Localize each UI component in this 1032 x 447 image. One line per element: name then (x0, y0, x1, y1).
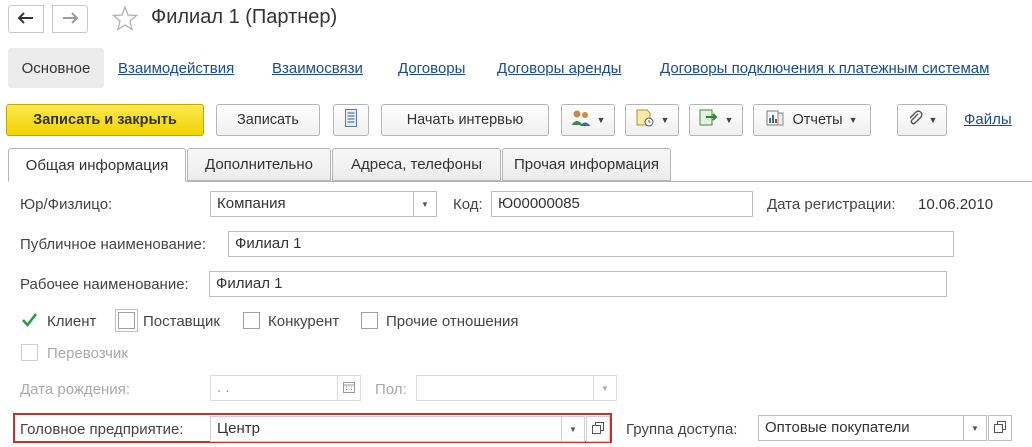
access-group-dropdown-button[interactable]: ▼ (963, 415, 987, 441)
carrier-label: Перевозчик (47, 345, 128, 362)
gender-dropdown-button[interactable]: ▼ (593, 375, 617, 401)
access-group-field[interactable]: Оптовые покупатели (758, 415, 964, 441)
arrow-left-icon (17, 11, 34, 27)
supplier-label: Поставщик (143, 313, 220, 330)
chevron-down-icon: ▼ (569, 424, 577, 434)
birth-date-label: Дата рождения: (20, 381, 130, 398)
tab-additional[interactable]: Дополнительно (187, 148, 331, 181)
working-name-label: Рабочее наименование: (20, 276, 189, 293)
go-to-button[interactable]: ▼ (689, 104, 743, 136)
client-checkbox[interactable] (21, 312, 38, 329)
working-name-field[interactable]: Филиал 1 (209, 271, 947, 297)
attach-button[interactable]: ▼ (897, 104, 947, 136)
reports-button[interactable]: Отчеты ▼ (753, 104, 871, 136)
client-label: Клиент (47, 313, 97, 330)
paperclip-icon (907, 110, 923, 130)
legal-type-dropdown-button[interactable]: ▼ (413, 191, 437, 217)
document-arrow-icon (699, 109, 719, 131)
star-icon[interactable] (111, 5, 139, 31)
other-relations-checkbox[interactable] (361, 312, 378, 329)
save-button[interactable]: Записать (216, 104, 320, 136)
chevron-down-icon: ▼ (596, 115, 606, 125)
birth-date-field[interactable]: . . (210, 375, 338, 401)
tab-other[interactable]: Прочая информация (502, 148, 671, 181)
code-label: Код: (453, 196, 483, 213)
users-menu-button[interactable]: ▼ (561, 104, 615, 136)
competitor-label: Конкурент (268, 313, 340, 330)
open-window-icon (592, 421, 604, 437)
report-icon (766, 109, 784, 131)
code-field[interactable]: Ю00000085 (491, 191, 753, 217)
calendar-icon (343, 380, 355, 396)
chevron-down-icon: ▼ (601, 383, 609, 393)
open-window-icon (994, 420, 1006, 436)
save-and-close-button[interactable]: Записать и закрыть (6, 104, 204, 136)
access-group-label: Группа доступа: (626, 421, 738, 438)
users-icon (571, 109, 591, 131)
back-button[interactable] (8, 5, 44, 33)
competitor-checkbox[interactable] (243, 312, 260, 329)
nav-interactions[interactable]: Взаимодействия (118, 60, 234, 77)
reg-date-label: Дата регистрации: (767, 196, 896, 213)
public-name-field[interactable]: Филиал 1 (228, 231, 954, 257)
nav-contracts[interactable]: Договоры (398, 60, 465, 77)
files-link[interactable]: Файлы (964, 111, 1012, 128)
chevron-down-icon: ▼ (928, 115, 938, 125)
legal-type-select[interactable]: Компания (210, 191, 414, 217)
page-title: Филиал 1 (Партнер) (151, 6, 338, 28)
gender-label: Пол: (375, 381, 407, 398)
chevron-down-icon: ▼ (421, 199, 429, 209)
head-company-label: Головное предприятие: (20, 421, 184, 438)
tab-general[interactable]: Общая информация (8, 148, 186, 182)
head-company-dropdown-button[interactable]: ▼ (561, 416, 585, 442)
document-clock-icon (635, 109, 655, 131)
carrier-checkbox[interactable] (21, 344, 38, 361)
document-list-icon (345, 109, 357, 131)
nav-payment-contracts[interactable]: Договоры подключения к платежным система… (660, 60, 989, 77)
arrow-right-icon (62, 11, 79, 27)
calendar-button[interactable] (337, 375, 361, 401)
gender-select[interactable] (416, 375, 594, 401)
access-group-open-button[interactable] (988, 415, 1012, 441)
nav-main[interactable]: Основное (8, 48, 104, 88)
other-relations-label: Прочие отношения (386, 313, 519, 330)
public-name-label: Публичное наименование: (20, 236, 207, 253)
chevron-down-icon: ▼ (724, 115, 734, 125)
chevron-down-icon: ▼ (660, 115, 670, 125)
nav-lease-contracts[interactable]: Договоры аренды (497, 60, 621, 77)
start-interview-button[interactable]: Начать интервью (381, 104, 549, 136)
head-company-field[interactable]: Центр (210, 416, 562, 442)
print-list-button[interactable] (333, 104, 369, 136)
chevron-down-icon: ▼ (848, 115, 858, 125)
reg-date-value: 10.06.2010 (918, 196, 994, 213)
create-based-on-button[interactable]: ▼ (625, 104, 679, 136)
tab-addresses[interactable]: Адреса, телефоны (332, 148, 501, 181)
chevron-down-icon: ▼ (971, 423, 979, 433)
head-company-open-button[interactable] (586, 416, 610, 442)
forward-button[interactable] (52, 5, 88, 33)
reports-label: Отчеты (792, 112, 843, 128)
legal-type-label: Юр/Физлицо: (20, 196, 113, 213)
supplier-checkbox[interactable] (115, 309, 138, 332)
nav-relations[interactable]: Взаимосвязи (272, 60, 363, 77)
